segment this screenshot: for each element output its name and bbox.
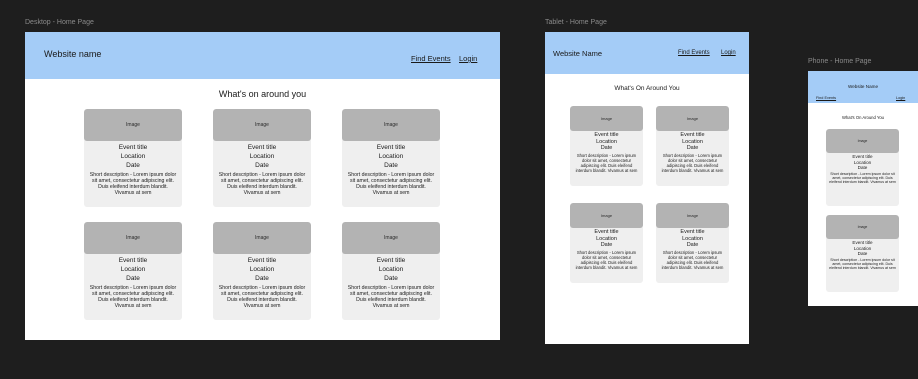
- login-link[interactable]: Login: [896, 96, 905, 100]
- event-location: Location: [249, 266, 275, 273]
- event-image: Image: [656, 203, 729, 228]
- site-name[interactable]: Website Name: [808, 84, 918, 89]
- event-title: Event title: [247, 144, 277, 151]
- event-description: Short description - Lorem ipsum dolor si…: [661, 152, 724, 173]
- phone-nav: Website Name Find Events Login: [808, 71, 918, 103]
- event-description: Short description - Lorem ipsum dolor si…: [575, 152, 638, 173]
- event-date: Date: [126, 162, 140, 169]
- event-title: Event title: [376, 257, 406, 264]
- event-date: Date: [384, 162, 398, 169]
- event-description: Short description - Lorem ipsum dolor si…: [347, 285, 435, 309]
- event-image: Image: [342, 109, 440, 141]
- event-title: Event title: [118, 257, 148, 264]
- event-card[interactable]: Image Event title Location Date Short de…: [656, 106, 729, 186]
- event-description: Short description - Lorem ipsum dolor si…: [218, 172, 306, 196]
- event-date: Date: [126, 275, 140, 282]
- event-date: Date: [686, 145, 699, 151]
- event-card[interactable]: Image Event title Location Date Short de…: [656, 203, 729, 283]
- tablet-nav: Website Name Find Events Login: [545, 32, 749, 74]
- event-image: Image: [213, 222, 311, 254]
- event-card[interactable]: Image Event title Location Date Short de…: [84, 109, 182, 207]
- event-location: Location: [249, 153, 275, 160]
- event-location: Location: [120, 153, 146, 160]
- event-image: Image: [570, 203, 643, 228]
- event-description: Short description - Lorem ipsum dolor si…: [218, 285, 306, 309]
- site-name[interactable]: Website Name: [553, 49, 602, 58]
- event-description: Short description - Lorem ipsum dolor si…: [661, 249, 724, 270]
- event-image: Image: [84, 222, 182, 254]
- event-date: Date: [857, 251, 868, 257]
- phone-frame: Website Name Find Events Login What's On…: [808, 71, 918, 306]
- event-card[interactable]: Image Event title Location Date Short de…: [213, 109, 311, 207]
- desktop-nav: Website name Find Events Login: [25, 32, 500, 79]
- event-image: Image: [826, 215, 899, 239]
- event-card[interactable]: Image Event title Location Date Short de…: [570, 203, 643, 283]
- page-heading: What's on around you: [218, 89, 307, 99]
- find-events-link[interactable]: Find Events: [678, 50, 710, 56]
- event-card[interactable]: Image Event title Location Date Short de…: [826, 129, 899, 206]
- event-date: Date: [384, 275, 398, 282]
- event-title: Event title: [118, 144, 148, 151]
- event-date: Date: [255, 275, 269, 282]
- event-card[interactable]: Image Event title Location Date Short de…: [826, 215, 899, 292]
- page-heading: What's On Around You: [841, 115, 884, 120]
- event-image: Image: [656, 106, 729, 131]
- event-card[interactable]: Image Event title Location Date Short de…: [342, 222, 440, 320]
- site-name[interactable]: Website name: [44, 49, 101, 59]
- event-location: Location: [378, 153, 404, 160]
- event-date: Date: [600, 242, 613, 248]
- tablet-frame-label: Tablet - Home Page: [545, 19, 607, 26]
- event-title: Event title: [376, 144, 406, 151]
- event-date: Date: [686, 242, 699, 248]
- event-image: Image: [84, 109, 182, 141]
- event-location: Location: [120, 266, 146, 273]
- event-description: Short description - Lorem ipsum dolor si…: [89, 172, 177, 196]
- event-description: Short description - Lorem ipsum dolor si…: [347, 172, 435, 196]
- event-description: Short description - Lorem ipsum dolor si…: [829, 257, 896, 271]
- desktop-frame-label: Desktop - Home Page: [25, 19, 94, 26]
- event-card[interactable]: Image Event title Location Date Short de…: [570, 106, 643, 186]
- tablet-frame: Website Name Find Events Login What's On…: [545, 32, 749, 344]
- phone-frame-label: Phone - Home Page: [808, 58, 872, 65]
- event-card[interactable]: Image Event title Location Date Short de…: [213, 222, 311, 320]
- event-card[interactable]: Image Event title Location Date Short de…: [342, 109, 440, 207]
- find-events-link[interactable]: Find Events: [816, 96, 836, 100]
- event-image: Image: [570, 106, 643, 131]
- login-link[interactable]: Login: [721, 50, 736, 56]
- page-heading: What's On Around You: [614, 85, 680, 92]
- event-description: Short description - Lorem ipsum dolor si…: [829, 171, 896, 185]
- event-image: Image: [826, 129, 899, 153]
- find-events-link[interactable]: Find Events: [411, 54, 451, 63]
- event-date: Date: [255, 162, 269, 169]
- event-location: Location: [378, 266, 404, 273]
- event-card[interactable]: Image Event title Location Date Short de…: [84, 222, 182, 320]
- event-image: Image: [213, 109, 311, 141]
- event-description: Short description - Lorem ipsum dolor si…: [89, 285, 177, 309]
- event-title: Event title: [247, 257, 277, 264]
- event-date: Date: [857, 165, 868, 171]
- login-link[interactable]: Login: [459, 54, 477, 63]
- event-description: Short description - Lorem ipsum dolor si…: [575, 249, 638, 270]
- desktop-frame: Website name Find Events Login What's on…: [25, 32, 500, 340]
- event-date: Date: [600, 145, 613, 151]
- event-image: Image: [342, 222, 440, 254]
